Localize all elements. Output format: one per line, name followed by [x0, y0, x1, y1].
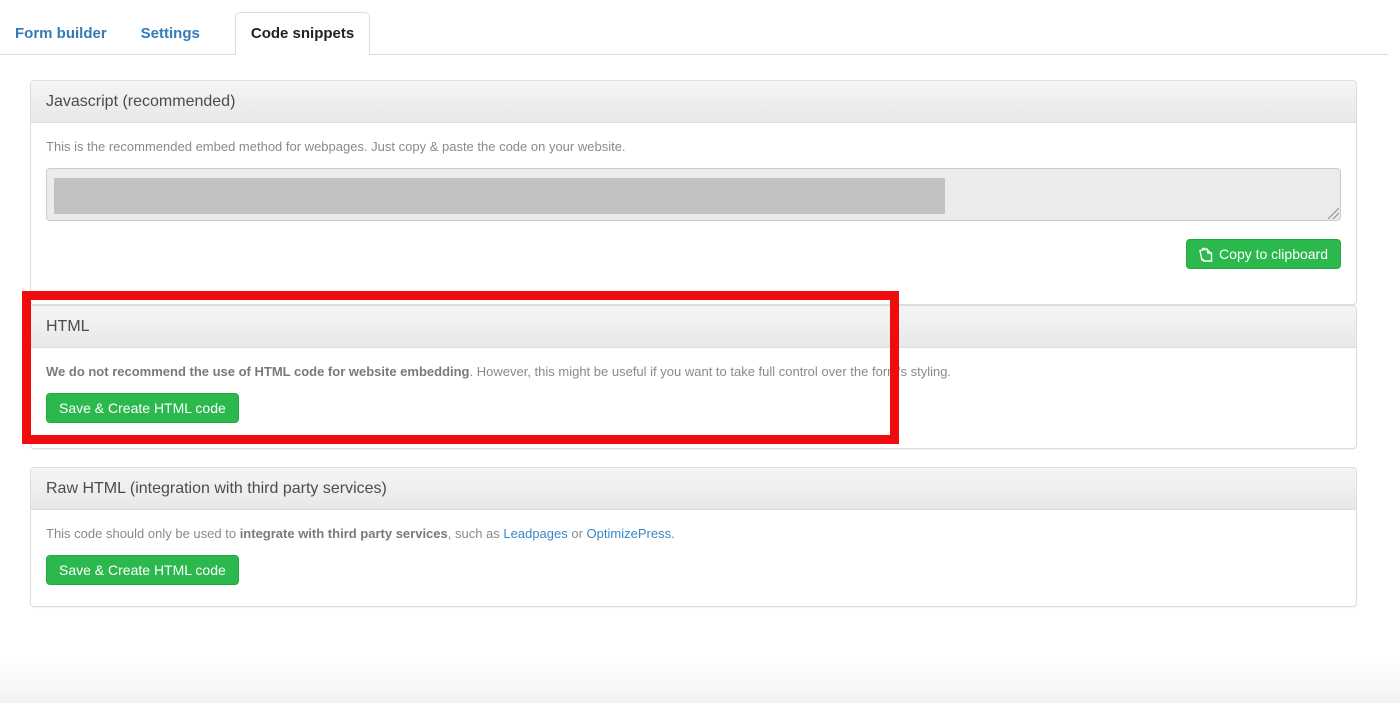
tab-code-snippets[interactable]: Code snippets: [235, 12, 370, 55]
raw-html-desc-1: This code should only be used to: [46, 526, 240, 541]
save-create-html-code-button[interactable]: Save & Create HTML code: [46, 393, 239, 423]
panel-raw-html-description: This code should only be used to integra…: [46, 525, 1341, 543]
panel-javascript-body: This is the recommended embed method for…: [31, 123, 1356, 304]
raw-html-desc-3: or: [568, 526, 587, 541]
copy-to-clipboard-label: Copy to clipboard: [1219, 245, 1328, 263]
panel-html-description-rest: . However, this might be useful if you w…: [470, 364, 952, 379]
panel-html-title: HTML: [31, 306, 1356, 348]
leadpages-link[interactable]: Leadpages: [503, 526, 567, 541]
panel-raw-html-title: Raw HTML (integration with third party s…: [31, 468, 1356, 510]
tab-form-builder[interactable]: Form builder: [0, 13, 124, 54]
clipboard-icon: [1199, 247, 1213, 262]
main-content: Javascript (recommended) This is the rec…: [0, 80, 1400, 607]
copy-to-clipboard-button[interactable]: Copy to clipboard: [1186, 239, 1341, 269]
embed-code-textarea[interactable]: [46, 168, 1341, 221]
panel-html-description: We do not recommend the use of HTML code…: [46, 363, 1341, 381]
panel-javascript-description: This is the recommended embed method for…: [46, 138, 1341, 156]
tab-settings[interactable]: Settings: [124, 13, 217, 54]
panel-javascript-title: Javascript (recommended): [31, 81, 1356, 123]
panel-html-wrapper: HTML We do not recommend the use of HTML…: [30, 305, 1357, 449]
save-create-html-code-raw-label: Save & Create HTML code: [59, 561, 226, 579]
raw-html-desc-2: , such as: [448, 526, 504, 541]
panel-html: HTML We do not recommend the use of HTML…: [30, 305, 1357, 449]
panel-javascript: Javascript (recommended) This is the rec…: [30, 80, 1357, 305]
redacted-code-content: [54, 178, 945, 214]
optimizepress-link[interactable]: OptimizePress: [587, 526, 672, 541]
raw-html-desc-bold: integrate with third party services: [240, 526, 448, 541]
save-create-html-code-button-raw[interactable]: Save & Create HTML code: [46, 555, 239, 585]
save-create-html-code-label: Save & Create HTML code: [59, 399, 226, 417]
panel-html-body: We do not recommend the use of HTML code…: [31, 348, 1356, 448]
raw-html-desc-4: .: [671, 526, 675, 541]
panel-html-description-bold: We do not recommend the use of HTML code…: [46, 364, 470, 379]
panel-raw-html-body: This code should only be used to integra…: [31, 510, 1356, 606]
resize-handle-icon[interactable]: [1328, 208, 1339, 219]
panel-raw-html: Raw HTML (integration with third party s…: [30, 467, 1357, 607]
page-bottom-fade: [0, 659, 1400, 703]
tab-bar: Form builder Settings Code snippets: [0, 0, 1388, 55]
